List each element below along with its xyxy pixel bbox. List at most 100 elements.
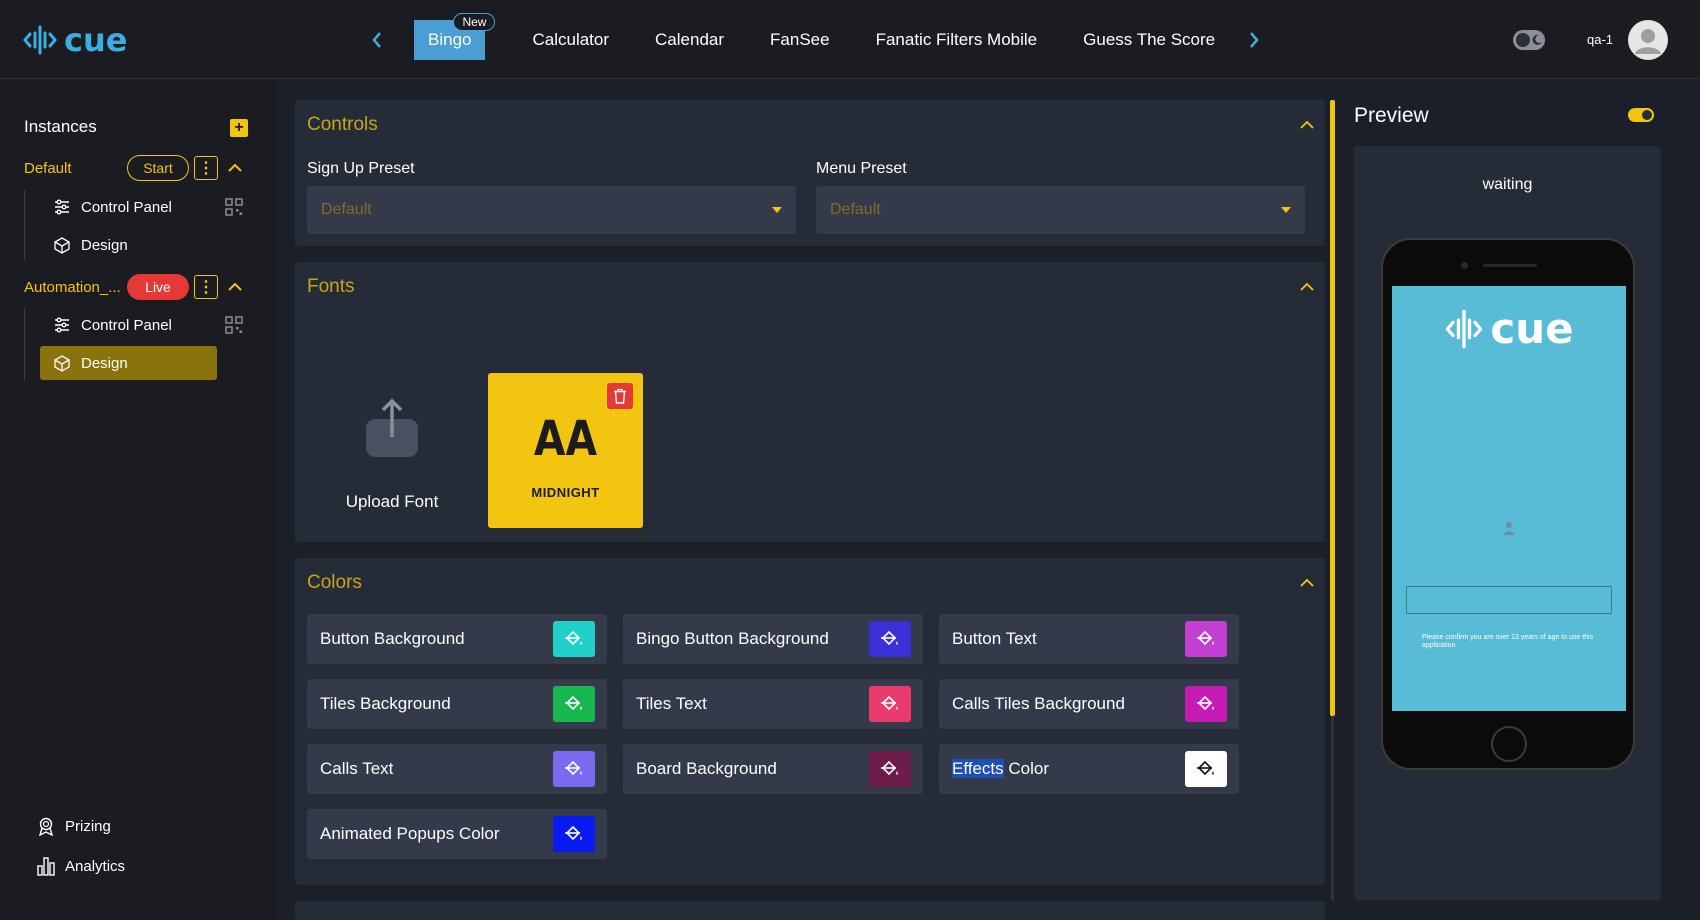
color-swatch-button[interactable] (553, 686, 595, 722)
instances-title: Instances (24, 117, 97, 136)
tab-calculator[interactable]: Calculator (509, 20, 632, 60)
add-instance-button[interactable]: + (230, 119, 248, 137)
paint-bucket-icon (881, 630, 898, 646)
sidebar-item-design-active[interactable]: Design (40, 346, 217, 380)
controls-panel: Controls Sign Up Preset Default Menu Pre… (295, 100, 1325, 246)
color-swatch-button[interactable] (553, 751, 595, 787)
avatar-icon[interactable] (1628, 20, 1668, 60)
sidebar-item-prizing[interactable]: Prizing (36, 816, 111, 836)
upload-font-button[interactable]: Upload Font (327, 397, 457, 517)
color-swatch-button[interactable] (1185, 686, 1227, 722)
sidebar-item-design[interactable]: Design (40, 228, 217, 262)
paint-bucket-icon (1197, 630, 1214, 646)
camera-dot (1461, 262, 1468, 269)
new-badge: New (453, 13, 496, 31)
panel-title: Colors (307, 572, 362, 593)
bar-chart-icon (36, 856, 56, 876)
color-item[interactable]: Animated Popups Color (307, 809, 607, 859)
app-tabs: Bingo New Calculator Calendar FanSee Fan… (414, 13, 1238, 60)
color-label: Animated Popups Color (320, 824, 500, 843)
color-item[interactable]: Tiles Background (307, 679, 607, 729)
preview-title: Preview (1354, 104, 1429, 127)
upload-icon (366, 398, 418, 457)
sidebar-item-label: Design (81, 354, 128, 372)
scrollbar-thumb[interactable] (1330, 100, 1335, 716)
chevron-up-icon[interactable] (1299, 119, 1315, 131)
tab-fansee[interactable]: FanSee (747, 20, 853, 60)
sign-up-preset-select[interactable]: Default (307, 186, 796, 234)
screen-logo-text: cue (1490, 304, 1574, 353)
color-swatch-button[interactable] (1185, 751, 1227, 787)
age-input[interactable] (1406, 586, 1612, 614)
qr-code-icon[interactable] (224, 197, 244, 217)
color-label: Tiles Text (636, 694, 707, 713)
upload-font-label: Upload Font (345, 492, 439, 511)
color-item[interactable]: Button Text (939, 614, 1239, 664)
chevron-left-icon[interactable] (364, 25, 390, 55)
color-swatch-button[interactable] (553, 621, 595, 657)
sidebar-item-analytics[interactable]: Analytics (36, 856, 125, 876)
color-item[interactable]: Calls Text (307, 744, 607, 794)
kebab-menu-icon[interactable]: ⋮ (194, 275, 218, 299)
preview-toggle[interactable] (1628, 108, 1654, 122)
tab-fanatic-filters-mobile[interactable]: Fanatic Filters Mobile (853, 20, 1061, 60)
start-button[interactable]: Start (127, 155, 189, 181)
chevron-up-icon[interactable] (1299, 281, 1315, 293)
age-note: Please confirm you are over 13 years of … (1422, 634, 1594, 649)
font-card[interactable]: AA MIDNIGHT (488, 373, 643, 528)
sidebar-item-control-panel[interactable]: Control Panel (40, 308, 217, 342)
live-badge[interactable]: Live (127, 274, 189, 300)
logo-icon (23, 25, 57, 55)
chevron-up-icon[interactable] (1299, 577, 1315, 589)
chevron-right-icon[interactable] (1241, 25, 1267, 55)
paint-bucket-icon (881, 760, 898, 776)
main-content: Controls Sign Up Preset Default Menu Pre… (276, 80, 1330, 920)
color-swatch-button[interactable] (1185, 621, 1227, 657)
logo-icon (1445, 309, 1483, 348)
tab-calendar[interactable]: Calendar (632, 20, 747, 60)
sidebar-item-label: Analytics (65, 857, 126, 875)
sidebar-item-control-panel[interactable]: Control Panel (40, 190, 217, 224)
tab-bingo[interactable]: Bingo New (414, 13, 496, 60)
sliders-icon (53, 316, 71, 334)
theme-toggle-icon[interactable] (1513, 30, 1545, 50)
select-value: Default (321, 201, 372, 218)
color-item[interactable]: Bingo Button Background (623, 614, 923, 664)
field-label: Sign Up Preset (307, 160, 415, 177)
chevron-up-icon[interactable] (226, 159, 244, 177)
paint-bucket-icon (1197, 760, 1214, 776)
color-label: Button Text (952, 629, 1037, 648)
color-item[interactable]: Button Background (307, 614, 607, 664)
chevron-up-icon[interactable] (226, 278, 244, 296)
scrollbar-track[interactable] (1331, 716, 1334, 900)
menu-preset-select[interactable]: Default (816, 186, 1305, 234)
delete-font-button[interactable] (607, 383, 633, 409)
tab-guess-the-score[interactable]: Guess The Score (1060, 20, 1238, 60)
instance-automation[interactable]: Automation_... (24, 274, 121, 300)
color-swatch-button[interactable] (869, 751, 911, 787)
instance-default[interactable]: Default (24, 155, 72, 181)
color-item[interactable]: Calls Tiles Background (939, 679, 1239, 729)
sidebar-item-label: Control Panel (81, 198, 172, 216)
instance-name: Automation_... (24, 278, 121, 296)
qr-code-icon[interactable] (224, 315, 244, 335)
tab-label: Bingo (428, 30, 472, 49)
label-rest: Color (1003, 759, 1050, 778)
kebab-menu-icon[interactable]: ⋮ (194, 156, 218, 180)
color-item[interactable]: Board Background (623, 744, 923, 794)
award-icon (36, 816, 56, 836)
color-swatch-button[interactable] (869, 686, 911, 722)
color-label: Tiles Background (320, 694, 451, 713)
color-label: Calls Tiles Background (952, 694, 1125, 713)
sidebar-item-label: Design (81, 236, 128, 254)
color-swatch-button[interactable] (869, 621, 911, 657)
color-swatch-button[interactable] (553, 816, 595, 852)
color-item[interactable]: Tiles Text (623, 679, 923, 729)
logo[interactable]: cue (22, 20, 127, 60)
color-item[interactable]: Effects Color (939, 744, 1239, 794)
phone-frame: cue Please confirm you are over 13 years… (1381, 238, 1635, 770)
preview-status: waiting (1482, 176, 1533, 193)
moon-icon (1532, 34, 1542, 45)
paint-bucket-icon (565, 760, 582, 776)
tree-line (24, 190, 25, 260)
